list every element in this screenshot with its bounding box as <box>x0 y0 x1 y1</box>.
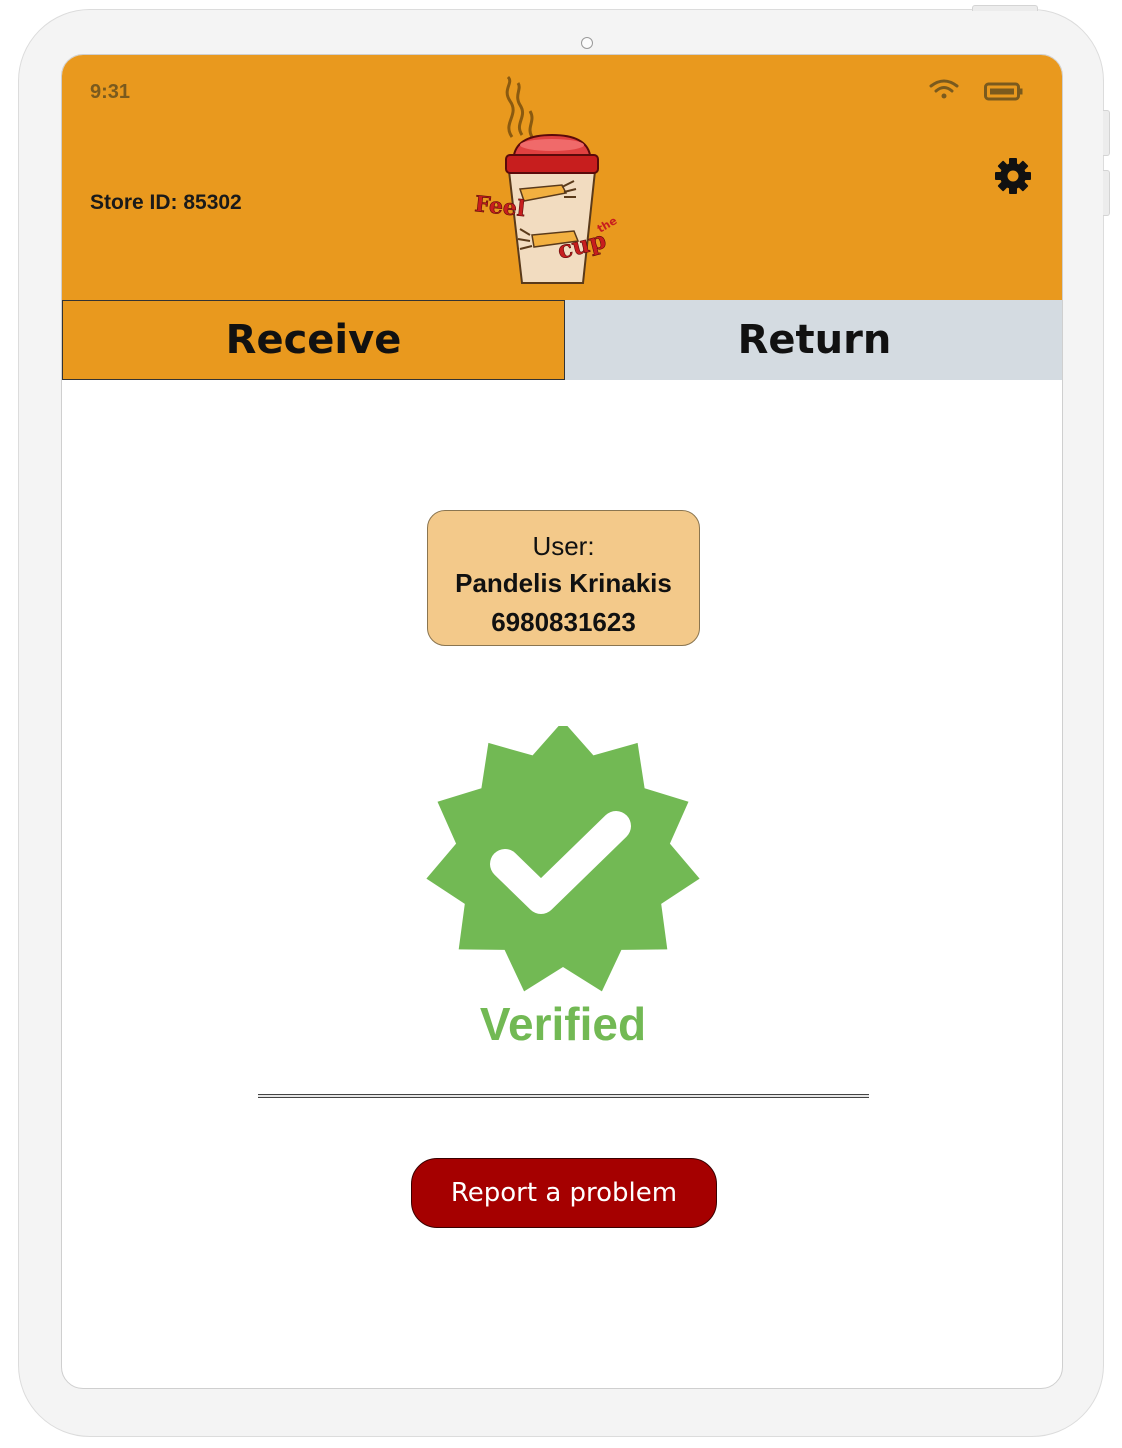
user-info-card: User: Pandelis Krinakis 6980831623 <box>427 510 700 646</box>
verified-badge-icon <box>426 726 700 992</box>
store-id-label: Store ID: 85302 <box>90 191 242 214</box>
front-camera <box>581 37 593 49</box>
gear-icon[interactable] <box>992 155 1034 197</box>
tab-receive[interactable]: Receive <box>62 300 565 380</box>
volume-up-button <box>1103 110 1110 156</box>
user-label: User: <box>532 531 595 561</box>
user-name: Pandelis Krinakis <box>455 568 672 598</box>
power-button <box>972 5 1038 11</box>
divider <box>258 1094 869 1098</box>
battery-icon <box>984 82 1023 101</box>
status-time: 9:31 <box>90 81 131 103</box>
tab-bar: Receive Return <box>62 300 1062 380</box>
logo-text-feel: Feel <box>473 191 526 222</box>
volume-down-button <box>1103 170 1110 216</box>
report-problem-button[interactable]: Report a problem <box>411 1158 717 1228</box>
wifi-icon <box>929 79 959 99</box>
verified-status: Verified <box>479 998 647 1050</box>
feel-the-cup-logo: Feel the cup <box>473 75 619 284</box>
tab-return[interactable]: Return <box>565 300 1062 380</box>
app-header: 9:31 Store ID: 85302 Feel the cup <box>62 55 1062 300</box>
user-phone: 6980831623 <box>491 607 636 637</box>
app-screen: 9:31 Store ID: 85302 Feel the cup Receiv… <box>61 54 1063 1389</box>
